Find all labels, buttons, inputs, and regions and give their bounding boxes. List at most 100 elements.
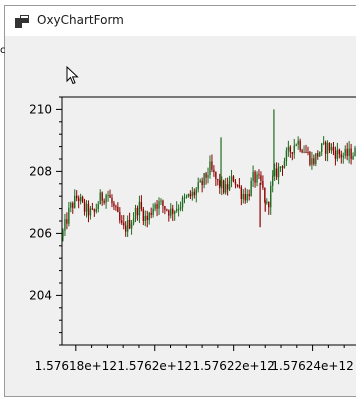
candle-body (291, 152, 293, 154)
candle-body (344, 149, 346, 156)
candle-body (117, 206, 119, 213)
candle-body (134, 208, 137, 219)
candle-body (209, 161, 211, 176)
candle-body (340, 154, 342, 158)
candle-body (144, 215, 146, 222)
candle-body (158, 201, 160, 209)
candle-body (203, 173, 205, 186)
candle-body (283, 161, 286, 169)
candle-body (166, 209, 168, 211)
candle-body (272, 175, 274, 186)
candle-body (319, 151, 321, 157)
candle-body (232, 176, 235, 182)
candle-body (130, 223, 133, 229)
candle-body (211, 161, 213, 170)
candle-body (79, 196, 82, 202)
candle-body (170, 208, 172, 216)
candle-body (250, 180, 252, 197)
candle-body (321, 143, 323, 152)
candle-body (177, 208, 180, 210)
candle-body (256, 174, 258, 183)
candlestick-chart[interactable]: 204 206 208 210 1.57618e+12 1.5762e+12 1.57622… (0, 0, 356, 403)
candle-body (125, 225, 127, 232)
candle-body (68, 207, 70, 224)
candle-body (309, 152, 311, 165)
candle-body (207, 175, 209, 178)
candle-body (254, 171, 256, 183)
y-tick-label: 210 (29, 102, 52, 116)
candle-body (89, 208, 92, 216)
y-tick-label: 204 (29, 288, 52, 302)
candle-body (201, 180, 203, 186)
candle-body (119, 212, 121, 221)
candle-body (299, 140, 301, 151)
candle-body (266, 202, 268, 204)
candle-body (260, 175, 262, 181)
candle-body (332, 146, 335, 151)
candle-body (324, 142, 327, 154)
candle-body (85, 203, 88, 212)
candle-body (66, 219, 68, 224)
candle-body (162, 200, 164, 207)
candle-body (123, 222, 125, 226)
candle-body (338, 149, 341, 155)
candle-body (164, 206, 166, 210)
candle-body (224, 184, 227, 193)
candle-body (315, 153, 317, 165)
candle-body (303, 151, 305, 153)
candle-body (215, 172, 217, 180)
candle-body (191, 191, 194, 197)
candle-body (305, 151, 307, 153)
candle-body (193, 191, 195, 196)
candle-body (336, 149, 339, 159)
plot-area-border (61, 96, 356, 346)
candle-body (352, 156, 354, 159)
candle-body (93, 209, 96, 212)
candle-body (217, 179, 219, 181)
candle-body (238, 185, 241, 188)
candle-body (146, 215, 148, 221)
candle-body (330, 146, 333, 151)
candle-body (248, 194, 250, 197)
y-tick-label: 206 (29, 226, 52, 240)
candle-body (185, 196, 188, 198)
candle-body (328, 142, 331, 151)
candle-body (101, 192, 103, 201)
candle-body (297, 140, 299, 145)
candle-body (205, 173, 207, 178)
candle-body (126, 219, 129, 232)
candle-body (262, 180, 264, 188)
candle-body (311, 158, 313, 165)
candle-body (174, 211, 176, 214)
candle-body (115, 206, 117, 208)
candle-body (326, 142, 329, 154)
candle-body (285, 150, 288, 162)
candle-body (234, 181, 237, 185)
candle-body (246, 194, 248, 201)
candle-body (70, 203, 72, 208)
candle-body (83, 201, 86, 212)
candle-body (183, 197, 186, 199)
candle-body (150, 212, 152, 215)
candle-body (121, 220, 123, 223)
candle-body (136, 208, 139, 216)
candle-body (179, 207, 182, 209)
candle-body (105, 195, 107, 203)
candle-body (226, 184, 229, 190)
candle-body (350, 148, 352, 159)
candle-body (140, 201, 143, 209)
candle-body (281, 166, 284, 169)
candle-body (91, 208, 94, 210)
candle-body (62, 230, 64, 237)
x-tick-label: 1.57624e+12 (271, 359, 353, 373)
candle-body (154, 204, 156, 209)
candle-body (230, 176, 233, 182)
candle-body (244, 194, 246, 201)
x-tick-label: 1.5762e+12 (117, 359, 192, 373)
candle-body (109, 194, 111, 198)
candle-body (168, 210, 170, 216)
candle-body (148, 212, 150, 221)
candle-body (279, 166, 282, 168)
candle-body (268, 202, 270, 208)
candle-body (64, 219, 66, 231)
